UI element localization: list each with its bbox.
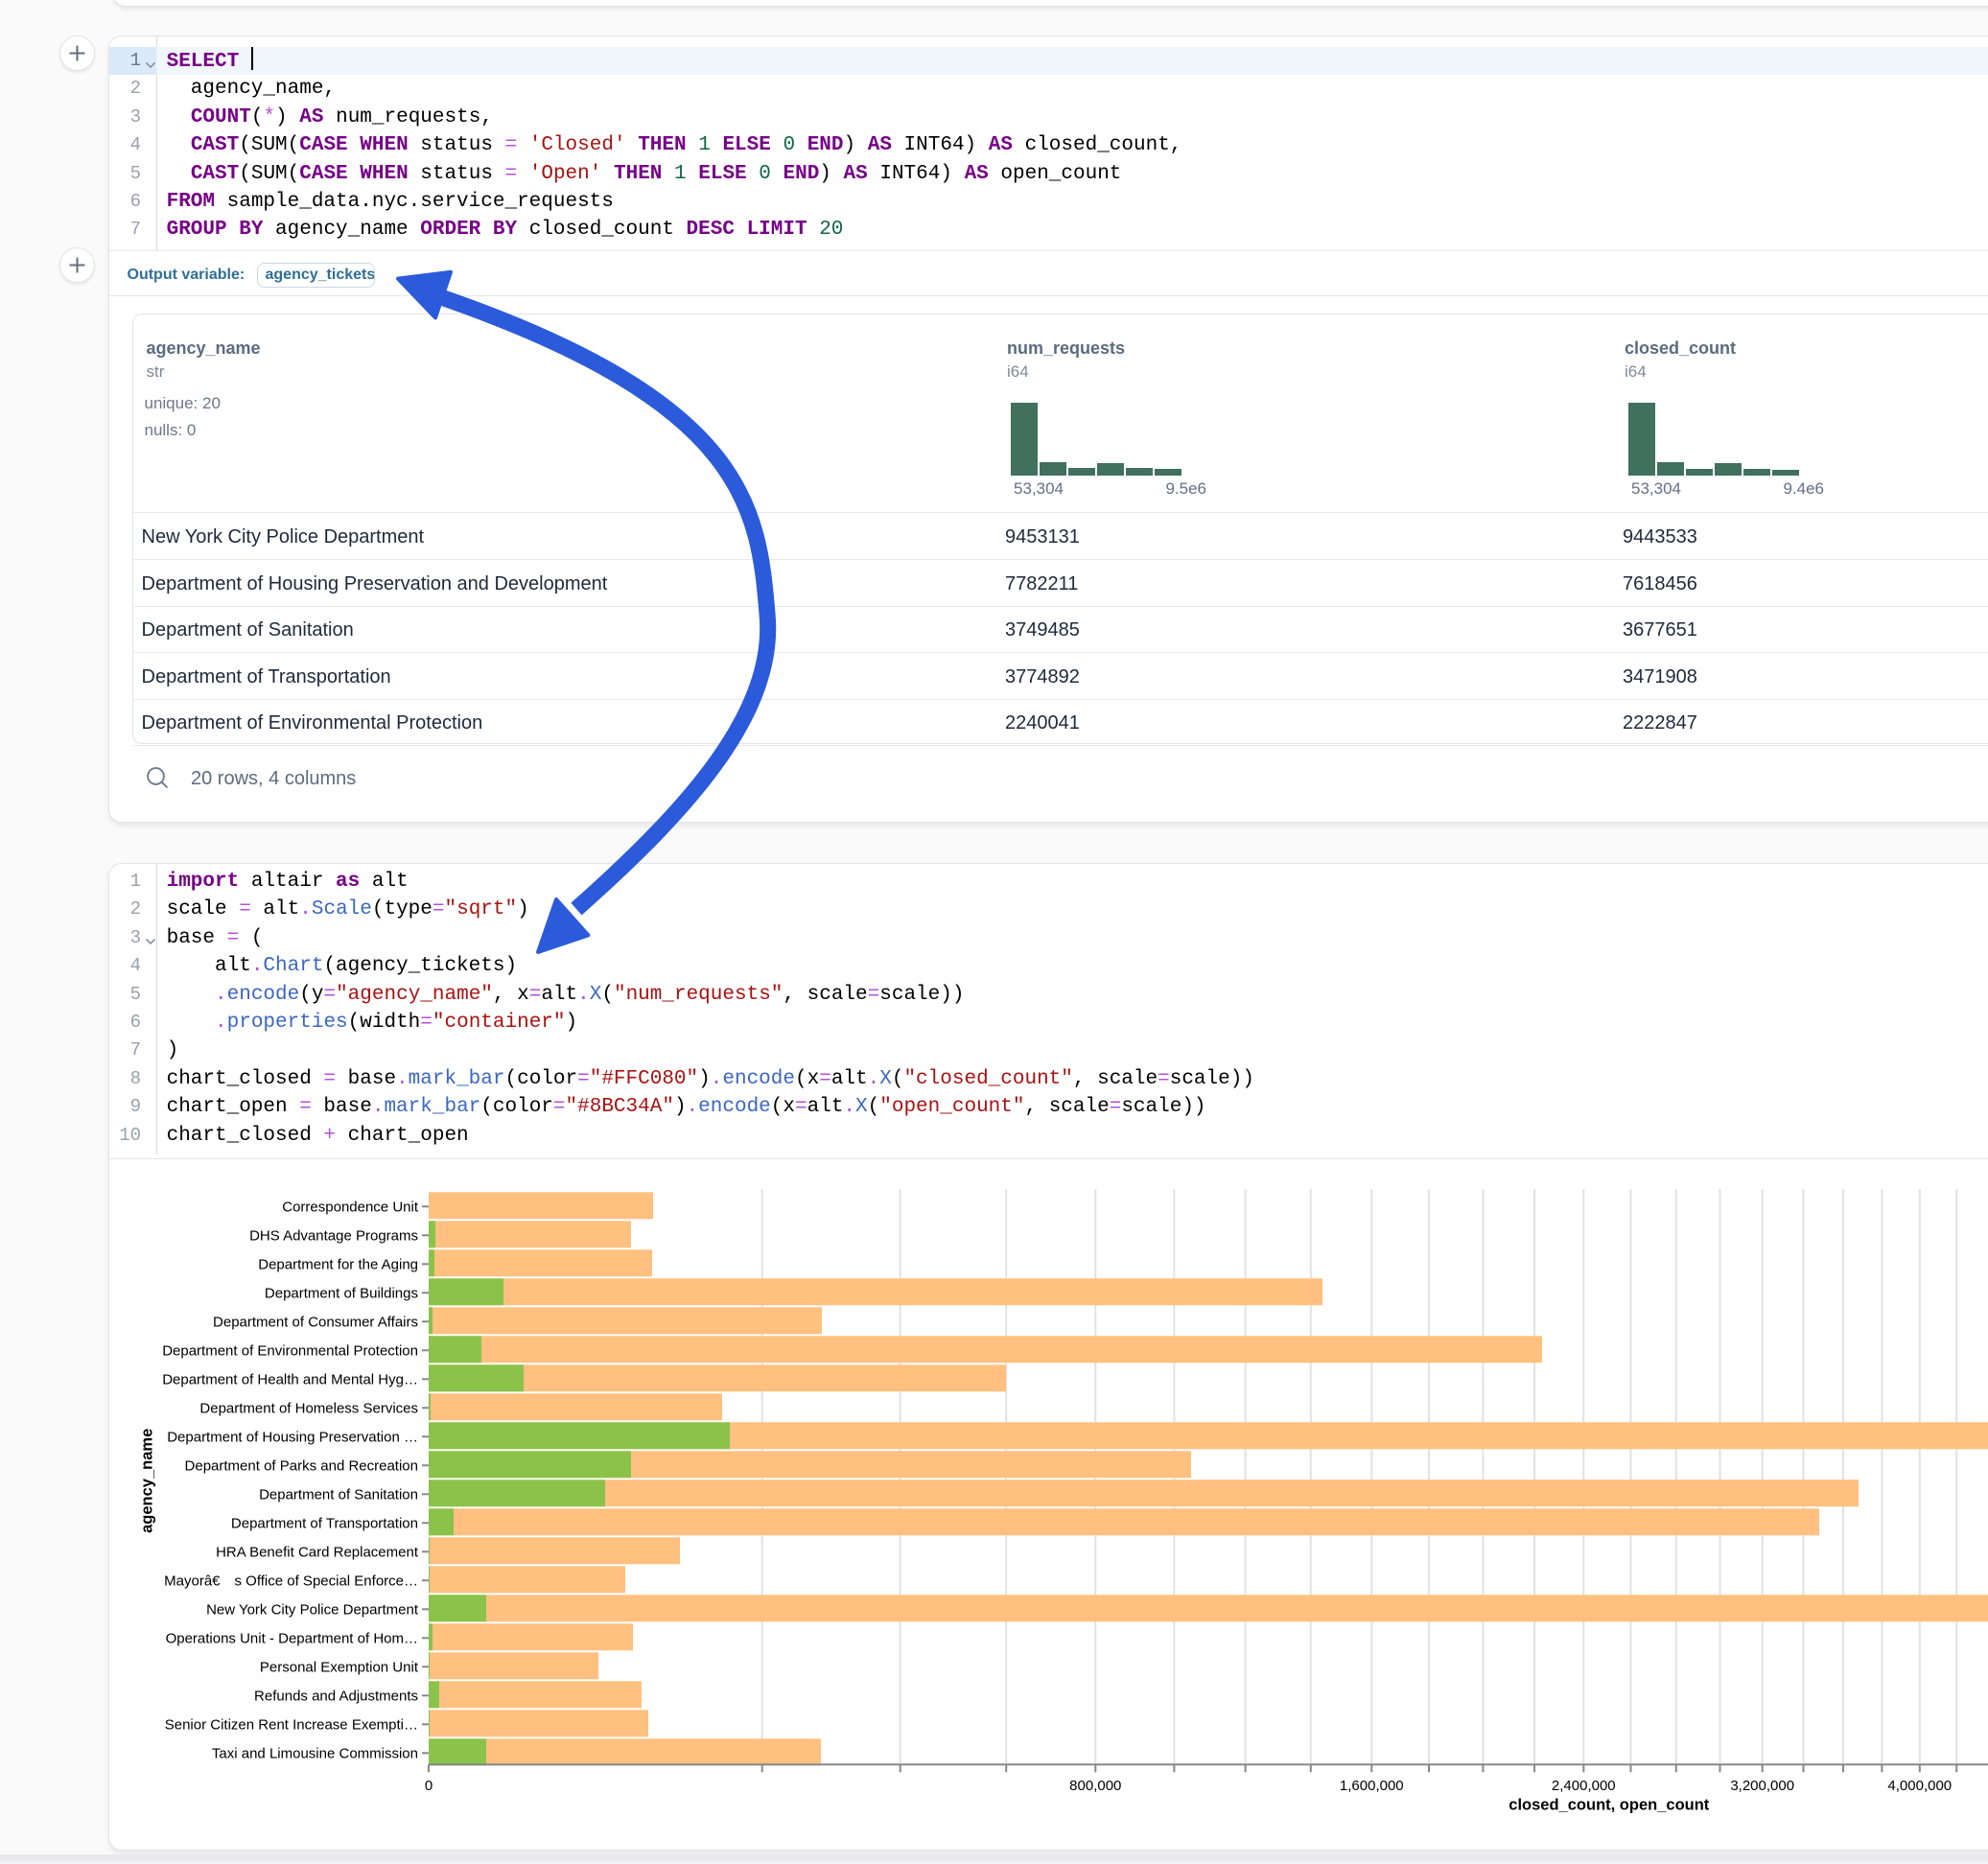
svg-text:closed_count, open_count: closed_count, open_count <box>1509 1796 1710 1813</box>
svg-text:Department of Transportation: Department of Transportation <box>231 1515 418 1531</box>
svg-text:Mayorâ€ s Office of Special En: Mayorâ€ s Office of Special Enforce… <box>164 1573 418 1589</box>
svg-text:Department of Health and Menta: Department of Health and Mental Hyg… <box>162 1371 418 1387</box>
svg-text:Taxi and Limousine Commission: Taxi and Limousine Commission <box>212 1745 418 1761</box>
svg-text:1,600,000: 1,600,000 <box>1340 1778 1404 1794</box>
svg-text:Department of Consumer Affairs: Department of Consumer Affairs <box>213 1314 418 1330</box>
svg-text:Department of Parks and Recrea: Department of Parks and Recreation <box>185 1457 418 1474</box>
svg-text:Department of Housing Preserva: Department of Housing Preservation … <box>167 1429 418 1445</box>
svg-text:Personal Exemption Unit: Personal Exemption Unit <box>260 1659 419 1675</box>
svg-text:Department of Sanitation: Department of Sanitation <box>259 1486 418 1503</box>
svg-text:Correspondence Unit: Correspondence Unit <box>282 1199 419 1215</box>
svg-text:Senior Citizen Rent Increase E: Senior Citizen Rent Increase Exempti… <box>165 1716 418 1733</box>
svg-text:New York City Police Departmen: New York City Police Department <box>206 1601 419 1618</box>
svg-text:4,000,000: 4,000,000 <box>1887 1778 1952 1794</box>
svg-text:Department for the Aging: Department for the Aging <box>258 1256 418 1272</box>
svg-text:Operations Unit - Department o: Operations Unit - Department of Hom… <box>166 1630 418 1646</box>
svg-text:0: 0 <box>425 1778 433 1794</box>
svg-text:DHS Advantage Programs: DHS Advantage Programs <box>249 1227 418 1244</box>
svg-text:800,000: 800,000 <box>1069 1778 1121 1794</box>
svg-text:Department of Homeless Service: Department of Homeless Services <box>199 1400 418 1416</box>
svg-text:HRA Benefit Card Replacement: HRA Benefit Card Replacement <box>216 1544 419 1560</box>
svg-text:Department of Buildings: Department of Buildings <box>265 1285 418 1301</box>
svg-text:agency_name: agency_name <box>139 1428 156 1532</box>
svg-text:2,400,000: 2,400,000 <box>1552 1778 1616 1794</box>
svg-text:Department of Environmental Pr: Department of Environmental Protection <box>162 1342 418 1359</box>
svg-text:3,200,000: 3,200,000 <box>1730 1778 1794 1794</box>
svg-text:Refunds and Adjustments: Refunds and Adjustments <box>254 1688 418 1704</box>
